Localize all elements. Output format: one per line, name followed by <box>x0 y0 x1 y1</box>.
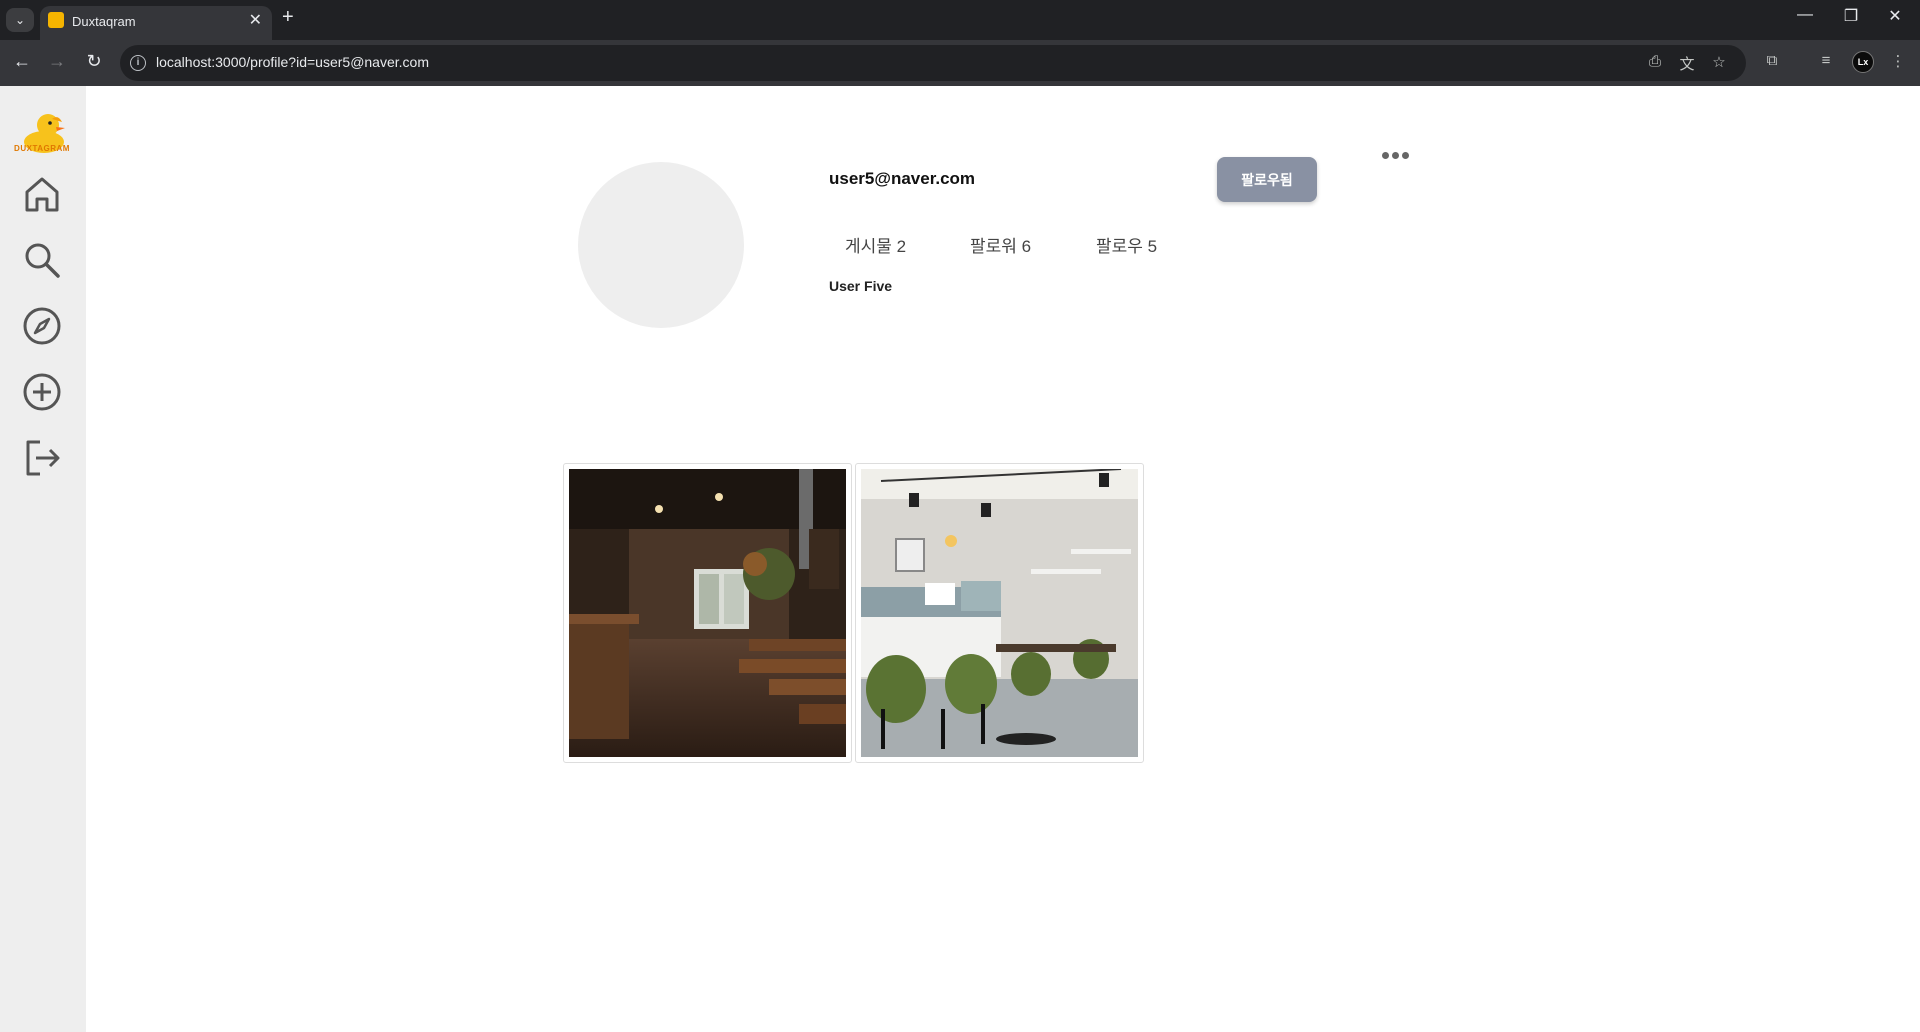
more-options-icon[interactable] <box>1382 148 1412 162</box>
post-thumbnail[interactable] <box>855 463 1144 763</box>
profile-username: user5@naver.com <box>829 169 976 188</box>
browser-menu-icon[interactable]: ⋮ <box>1886 52 1910 70</box>
address-bar[interactable]: i localhost:3000/profile?id=user5@naver.… <box>120 45 1746 81</box>
follower-count[interactable]: 팔로워 6 <box>970 232 1031 257</box>
restore-icon[interactable]: ❐ <box>1836 6 1866 26</box>
browser-tab-bar: ⌄ Duxtaqram ✕ + — ❐ ✕ <box>0 0 1920 40</box>
reload-icon[interactable]: ↻ <box>82 51 106 72</box>
tab-title: Duxtaqram <box>72 14 136 29</box>
post-image <box>861 469 1138 757</box>
translate-icon[interactable]: 文 <box>1676 53 1698 74</box>
post-image <box>569 469 846 757</box>
profile-display-name: User Five <box>829 278 893 294</box>
browser-tab[interactable]: Duxtaqram ✕ <box>40 6 272 40</box>
brand-wordmark: DUXTAGRAM <box>14 144 70 153</box>
app-sidebar: DUXTAGRAM <box>0 86 86 1032</box>
search-icon[interactable] <box>22 240 62 280</box>
forward-icon[interactable]: → <box>45 51 69 72</box>
create-post-icon[interactable] <box>22 372 62 412</box>
install-app-icon[interactable]: ⎙ <box>1644 53 1666 70</box>
extensions-icon[interactable]: ⧉ <box>1760 52 1784 69</box>
minimize-icon[interactable]: — <box>1790 6 1820 24</box>
home-icon[interactable] <box>22 174 62 214</box>
close-window-icon[interactable]: ✕ <box>1880 6 1910 26</box>
url-text[interactable]: localhost:3000/profile?id=user5@naver.co… <box>156 54 429 70</box>
browser-toolbar: ← → ↻ i localhost:3000/profile?id=user5@… <box>0 40 1920 86</box>
following-button[interactable]: 팔로우됨 <box>1217 157 1317 202</box>
site-info-icon[interactable]: i <box>130 55 146 71</box>
explore-compass-icon[interactable] <box>22 306 62 346</box>
back-icon[interactable]: ← <box>10 51 34 72</box>
post-thumbnail[interactable] <box>563 463 852 763</box>
logout-icon[interactable] <box>22 438 62 478</box>
browser-profile-avatar[interactable]: Lx <box>1852 51 1874 73</box>
bookmark-star-icon[interactable]: ☆ <box>1708 53 1730 71</box>
following-count[interactable]: 팔로우 5 <box>1096 232 1157 257</box>
profile-avatar <box>578 162 744 328</box>
tab-favicon-icon <box>48 12 64 28</box>
tab-search-button[interactable]: ⌄ <box>6 8 34 32</box>
media-controls-icon[interactable]: ≡ <box>1814 52 1838 69</box>
new-tab-icon[interactable]: + <box>282 6 294 29</box>
post-count: 게시물 2 <box>845 237 907 256</box>
tab-close-icon[interactable]: ✕ <box>249 10 262 30</box>
